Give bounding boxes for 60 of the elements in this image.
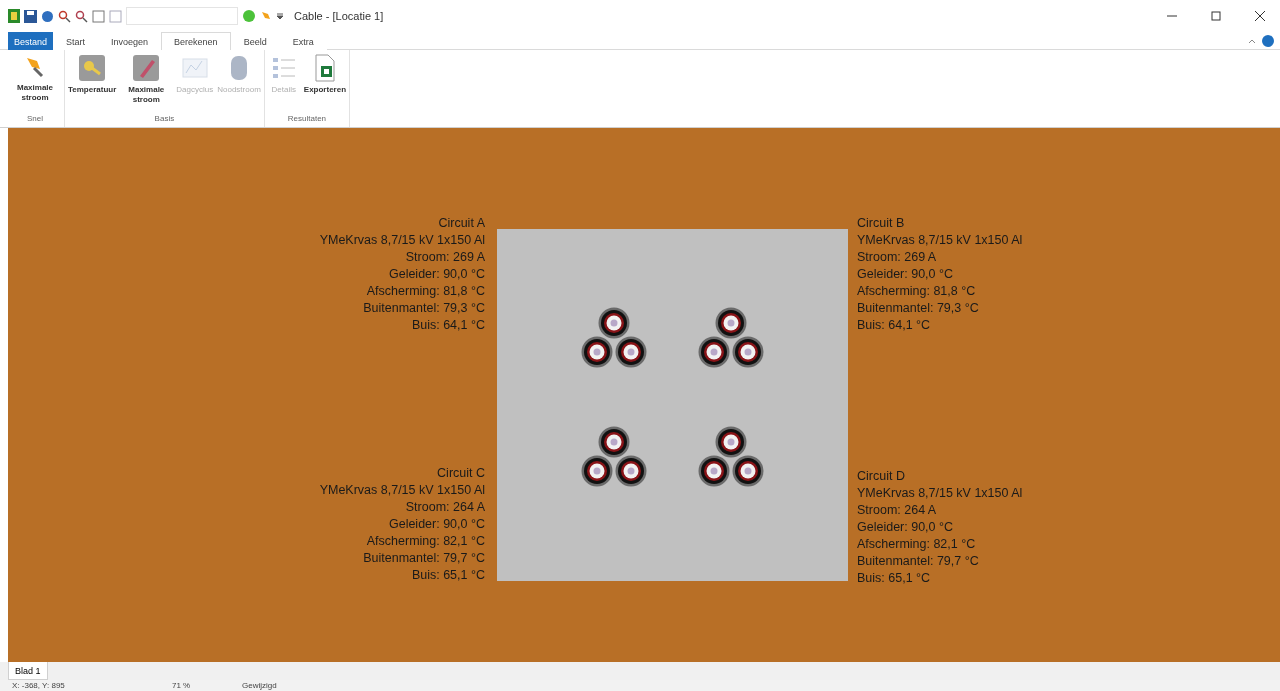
- circuit-detail: Geleider: 90,0 °C: [857, 519, 955, 536]
- cable-trefoil-drawing: [697, 306, 765, 370]
- dropdown-icon[interactable]: [276, 12, 284, 20]
- cylinder-icon: [229, 54, 249, 82]
- cable-trefoil-drawing: [580, 425, 648, 489]
- circuit-detail: Buitenmantel: 79,3 °C: [362, 300, 485, 317]
- pen-icon: [132, 54, 161, 82]
- save-icon[interactable]: [24, 9, 37, 23]
- circuit-detail: YMeKrvas 8,7/15 kV 1x150 Al: [318, 482, 485, 499]
- ribbon-button[interactable]: Temperatuur: [67, 54, 118, 114]
- circuit-detail: Stroom: 264 A: [404, 499, 485, 516]
- circuit-detail: YMeKrvas 8,7/15 kV 1x150 Al: [857, 485, 1024, 502]
- circuit-detail: Geleider: 90,0 °C: [387, 516, 485, 533]
- ribbon-button[interactable]: Maximale stroom: [8, 54, 62, 114]
- circuit-detail: Buis: 64,1 °C: [857, 317, 932, 334]
- group-label: Basis: [153, 114, 176, 125]
- circuit-detail: Stroom: 269 A: [857, 249, 938, 266]
- circuit-detail: Buis: 64,1 °C: [410, 317, 485, 334]
- keys-icon: [78, 54, 107, 82]
- status-zoom: 71 %: [172, 680, 192, 691]
- circuit-title: Circuit D: [857, 468, 906, 485]
- close-icon: [1255, 11, 1265, 21]
- restore-icon: [1211, 11, 1221, 21]
- circuit-detail: YMeKrvas 8,7/15 kV 1x150 Al: [857, 232, 1024, 249]
- combo-field[interactable]: [126, 7, 238, 25]
- status-state: Gewijzigd: [242, 680, 278, 691]
- window-title: Cable - [Locatie 1]: [294, 10, 384, 22]
- circuit-title: Circuit C: [436, 465, 485, 482]
- circuit-detail: Afscherming: 82,1 °C: [365, 533, 485, 550]
- circuit-detail: YMeKrvas 8,7/15 kV 1x150 Al: [318, 232, 485, 249]
- spreadsheet-icon: [312, 54, 337, 82]
- circuit-detail: Stroom: 264 A: [857, 502, 938, 519]
- group-label: Resultaten: [286, 114, 328, 125]
- circuit-detail: Buis: 65,1 °C: [857, 570, 932, 587]
- ribbon-tab[interactable]: Bestand: [8, 32, 54, 50]
- ribbon-button[interactable]: Maximale stroom: [119, 54, 174, 114]
- cable-trefoil-drawing: [580, 306, 648, 370]
- ribbon-tab[interactable]: Berekenen: [161, 32, 231, 50]
- ribbon-button[interactable]: Exporteren: [302, 54, 348, 114]
- circuit-detail: Stroom: 269 A: [404, 249, 485, 266]
- circuit-detail: Buitenmantel: 79,7 °C: [362, 550, 485, 567]
- group-label: Snel: [26, 114, 44, 125]
- zoom-in-icon[interactable]: [58, 9, 71, 23]
- circuit-detail: Afscherming: 81,8 °C: [857, 283, 977, 300]
- status-light-icon[interactable]: [242, 9, 256, 23]
- circuit-detail: Afscherming: 81,8 °C: [365, 283, 485, 300]
- circuit-detail: Geleider: 90,0 °C: [387, 266, 485, 283]
- status-coordinates: X: -368, Y: 895: [12, 680, 66, 691]
- circuit-title: Circuit A: [437, 215, 485, 232]
- sheet-tab[interactable]: Blad 1: [8, 662, 48, 680]
- circuit-title: Circuit B: [857, 215, 906, 232]
- cable-trefoil-drawing: [697, 425, 765, 489]
- circuit-detail: Buitenmantel: 79,3 °C: [857, 300, 980, 317]
- zoom-out-icon[interactable]: [75, 9, 88, 23]
- circuit-detail: Afscherming: 82,1 °C: [857, 536, 977, 553]
- app-icon: [8, 9, 20, 23]
- circuit-detail: Buitenmantel: 79,7 °C: [857, 553, 980, 570]
- circuit-detail: Buis: 65,1 °C: [410, 567, 485, 584]
- zoom-fit-icon[interactable]: [109, 9, 122, 23]
- circuit-detail: Geleider: 90,0 °C: [857, 266, 955, 283]
